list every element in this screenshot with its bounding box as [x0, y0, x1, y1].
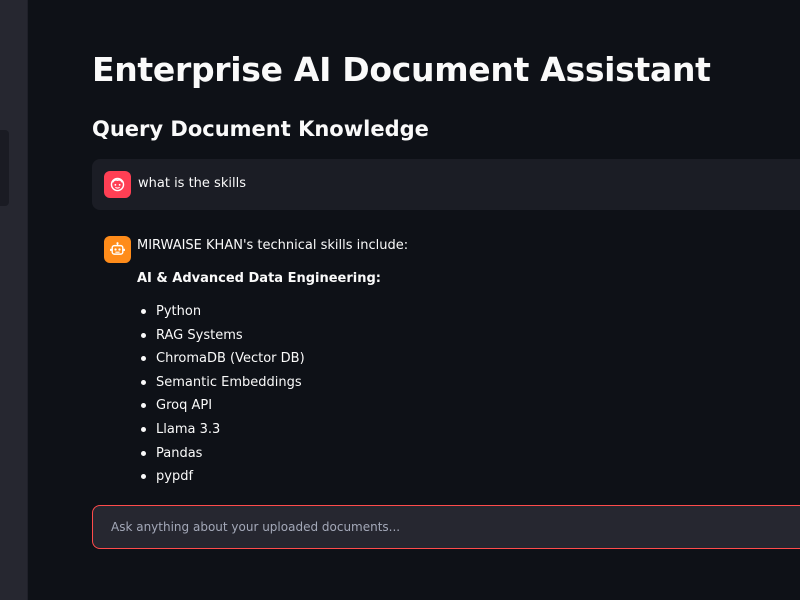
assistant-intro-text: MIRWAISE KHAN's technical skills include…: [137, 238, 409, 253]
chat-message-assistant: MIRWAISE KHAN's technical skills include…: [137, 238, 797, 489]
chat-input[interactable]: [111, 506, 800, 548]
app-window: Enterprise AI Document Assistant Query D…: [0, 0, 800, 600]
list-item-text: Semantic Embeddings: [156, 374, 302, 390]
chat-input-container[interactable]: [92, 505, 800, 549]
bullet-icon: [141, 332, 146, 338]
bullet-icon: [141, 356, 146, 362]
list-item: Llama 3.3: [137, 418, 797, 442]
bullet-icon: [141, 450, 146, 456]
list-item-text: Pandas: [156, 445, 203, 461]
list-item: Semantic Embeddings: [137, 371, 797, 395]
list-item: Groq API: [137, 394, 797, 418]
page-title: Enterprise AI Document Assistant: [92, 50, 711, 89]
sidebar: [0, 0, 28, 600]
sidebar-collapse-handle[interactable]: [0, 130, 9, 206]
skills-list: Python RAG Systems ChromaDB (Vector DB) …: [137, 300, 797, 489]
user-face-icon: [110, 177, 125, 192]
bullet-icon: [141, 379, 146, 385]
assistant-avatar: [104, 236, 131, 263]
list-item-text: RAG Systems: [156, 327, 243, 343]
list-item: RAG Systems: [137, 324, 797, 348]
bullet-icon: [141, 309, 146, 314]
list-item: pypdf: [137, 465, 797, 489]
list-item-text: Groq API: [156, 398, 213, 414]
bullet-icon: [141, 403, 146, 409]
list-item-text: Llama 3.3: [156, 421, 221, 437]
bullet-icon: [141, 426, 146, 432]
list-item: ChromaDB (Vector DB): [137, 347, 797, 371]
user-avatar: [104, 171, 131, 198]
list-item-text: pypdf: [156, 469, 194, 485]
list-item-text: Python: [156, 304, 202, 319]
list-item-text: ChromaDB (Vector DB): [156, 351, 305, 367]
robot-icon: [110, 242, 125, 255]
section-title: Query Document Knowledge: [92, 117, 429, 141]
main-content: Enterprise AI Document Assistant Query D…: [27, 0, 800, 600]
list-item: Pandas: [137, 442, 797, 466]
user-message-text: what is the skills: [138, 176, 246, 191]
chat-message-user: what is the skills: [92, 159, 800, 210]
assistant-subheading: AI & Advanced Data Engineering:: [137, 271, 381, 286]
bullet-icon: [141, 474, 146, 480]
list-item: Python: [137, 300, 797, 324]
